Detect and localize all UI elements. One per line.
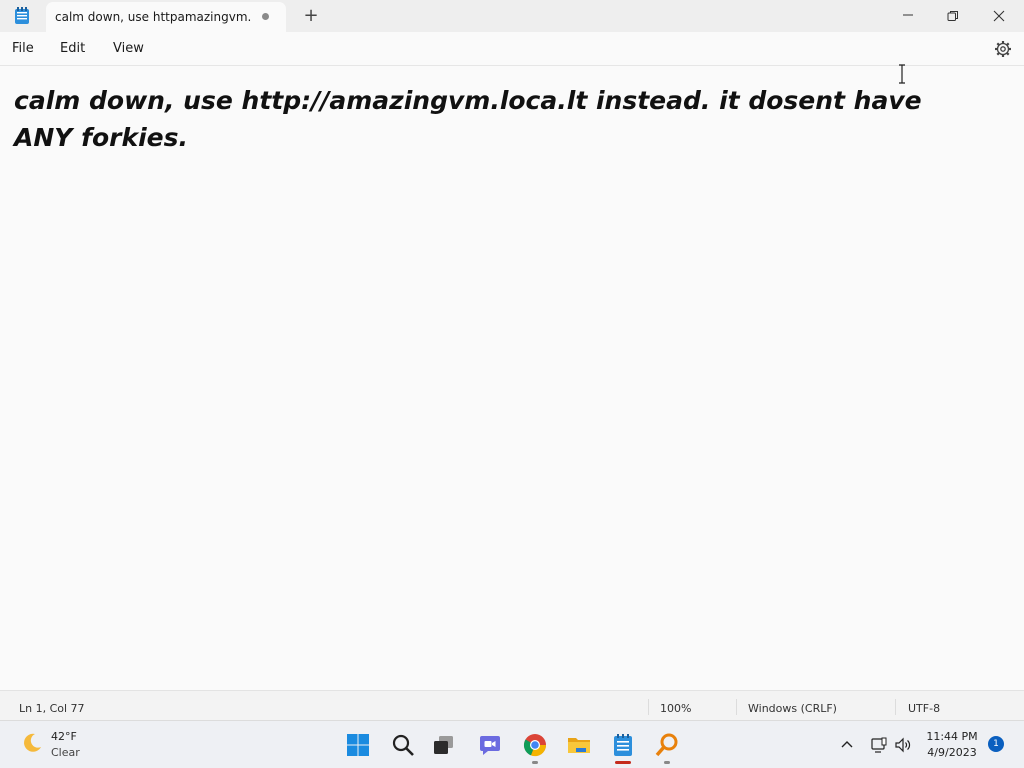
search-icon[interactable] xyxy=(391,733,415,757)
document-text[interactable]: calm down, use http://amazingvm.loca.lt … xyxy=(14,82,974,156)
unsaved-dot-icon[interactable] xyxy=(262,13,269,20)
network-icon[interactable] xyxy=(870,736,888,754)
magnifier-icon[interactable] xyxy=(655,733,679,757)
status-bar: Ln 1, Col 77 100% Windows (CRLF) UTF-8 xyxy=(0,690,1024,720)
clock-date[interactable]: 4/9/2023 xyxy=(920,746,984,759)
document-tab[interactable]: calm down, use httpamazingvm.loc xyxy=(46,2,286,32)
zoom-level[interactable]: 100% xyxy=(660,702,691,715)
notepad-active-indicator xyxy=(615,761,631,764)
line-ending[interactable]: Windows (CRLF) xyxy=(748,702,837,715)
status-divider xyxy=(648,699,649,715)
menu-file[interactable]: File xyxy=(12,41,34,56)
menu-edit[interactable]: Edit xyxy=(60,41,85,56)
settings-gear-icon[interactable] xyxy=(994,40,1012,58)
text-editor[interactable]: calm down, use http://amazingvm.loca.lt … xyxy=(0,66,1024,690)
minimize-button[interactable] xyxy=(885,0,931,32)
task-view-icon[interactable] xyxy=(432,733,456,757)
chrome-icon[interactable] xyxy=(523,733,547,757)
title-bar: calm down, use httpamazingvm.loc + xyxy=(0,0,1024,32)
restore-button[interactable] xyxy=(930,0,976,32)
weather-condition[interactable]: Clear xyxy=(51,746,80,759)
notepad-icon[interactable] xyxy=(611,733,635,757)
start-icon[interactable] xyxy=(346,733,370,757)
tab-title: calm down, use httpamazingvm.loc xyxy=(55,10,251,24)
close-button[interactable] xyxy=(976,0,1022,32)
status-divider xyxy=(736,699,737,715)
chat-icon[interactable] xyxy=(478,733,502,757)
menu-view[interactable]: View xyxy=(113,41,144,56)
notification-badge[interactable]: 1 xyxy=(988,736,1004,752)
status-divider xyxy=(895,699,896,715)
weather-temperature[interactable]: 42°F xyxy=(51,730,77,743)
taskbar: 42°F Clear 11:44 PM 4/9/2023 1 xyxy=(0,720,1024,768)
new-tab-button[interactable]: + xyxy=(300,5,322,27)
encoding[interactable]: UTF-8 xyxy=(908,702,940,715)
moon-weather-icon[interactable] xyxy=(20,731,44,755)
minimize-icon xyxy=(903,14,913,16)
volume-icon[interactable] xyxy=(894,736,912,754)
chevron-up-icon[interactable] xyxy=(838,736,856,754)
close-icon xyxy=(993,10,1005,22)
menu-bar: File Edit View xyxy=(0,32,1024,66)
text-cursor-icon xyxy=(899,64,905,84)
cursor-position[interactable]: Ln 1, Col 77 xyxy=(19,702,85,715)
notepad-app-icon xyxy=(15,7,29,24)
chrome-running-indicator xyxy=(532,761,538,764)
clock-time[interactable]: 11:44 PM xyxy=(920,730,984,743)
magnifier-running-indicator xyxy=(664,761,670,764)
restore-icon xyxy=(947,11,958,21)
file-explorer-icon[interactable] xyxy=(567,733,591,757)
